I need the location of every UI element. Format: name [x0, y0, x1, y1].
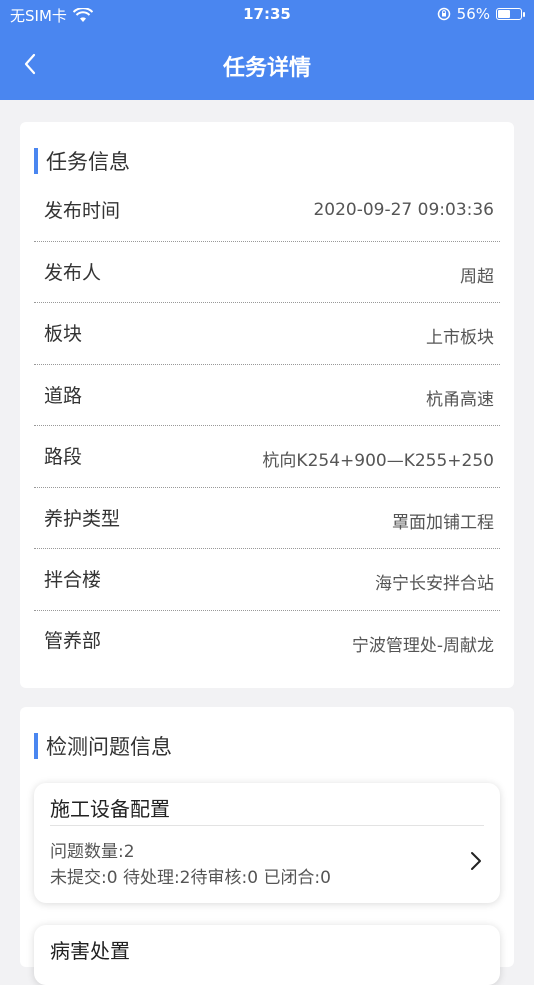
row-label: 道路: [44, 384, 83, 407]
problem-count: 问题数量:2: [50, 842, 135, 862]
page-title: 任务详情: [222, 56, 311, 81]
row-label: 发布时间: [44, 200, 121, 222]
row-label: 养护类型: [44, 507, 121, 530]
info-row-maintenance-type: 养护类型 罩面加铺工程: [34, 488, 500, 549]
info-row-department-person: 管养部门人员 宁波管理处-周献龙: [34, 611, 500, 689]
row-value: 罩面加铺工程: [392, 512, 494, 533]
status-bar: 无SIM卡 17:35 56%: [0, 0, 534, 28]
row-value: 2020-09-27 09:03:36: [313, 200, 494, 220]
row-value: 海宁长安拌合站: [375, 574, 494, 594]
chevron-right-icon: [471, 852, 481, 870]
rotation-lock-icon: [437, 7, 450, 21]
battery-percent: 56%: [456, 5, 490, 23]
header: 无SIM卡 17:35 56% 任务详情: [0, 0, 534, 100]
row-label: 路段: [44, 446, 83, 468]
info-row-sector: 板块 上市板块: [34, 303, 500, 365]
section-title: 检测问题信息: [46, 735, 172, 759]
row-label: 管养部门人员: [44, 629, 102, 652]
row-value: 周超: [460, 266, 494, 287]
battery-icon: [496, 8, 525, 20]
row-value: 杭甬高速: [426, 389, 494, 410]
problem-card-title: 施工设备配置: [50, 797, 170, 821]
info-row-mixing-plant: 拌合楼 海宁长安拌合站: [34, 549, 500, 611]
info-row-road: 道路 杭甬高速: [34, 365, 500, 426]
row-value: 杭向K254+900—K255+250: [262, 451, 494, 471]
nav-bar: 任务详情: [0, 40, 534, 88]
task-info-list: 发布时间 2020-09-27 09:03:36 发布人 周超 板块 上市板块 …: [34, 180, 500, 688]
row-value: 上市板块: [426, 328, 494, 348]
problem-info-card: 检测问题信息 施工设备配置 问题数量:2 未提交:0 待处理:2待审核:0 已闭…: [20, 707, 514, 985]
problem-card-disease[interactable]: 病害处置: [34, 925, 500, 985]
row-label: 发布人: [44, 261, 102, 284]
section-header-task-info: 任务信息: [34, 146, 130, 176]
info-row-publisher: 发布人 周超: [34, 242, 500, 303]
task-info-card: 任务信息 发布时间 2020-09-27 09:03:36 发布人 周超 板块 …: [20, 122, 514, 688]
section-header-problem-info: 检测问题信息: [34, 731, 172, 761]
problem-status-summary: 未提交:0 待处理:2待审核:0 已闭合:0: [50, 868, 331, 888]
row-label: 板块: [44, 323, 83, 345]
info-row-section: 路段 杭向K254+900—K255+250: [34, 426, 500, 488]
info-row-publish-time: 发布时间 2020-09-27 09:03:36: [34, 180, 500, 242]
section-title: 任务信息: [46, 150, 130, 174]
problem-card-equipment[interactable]: 施工设备配置 问题数量:2 未提交:0 待处理:2待审核:0 已闭合:0: [34, 783, 500, 903]
row-value: 宁波管理处-周献龙: [351, 635, 494, 656]
divider: [50, 825, 484, 826]
accent-bar: [34, 733, 38, 759]
accent-bar: [34, 148, 38, 174]
row-label: 拌合楼: [44, 569, 102, 591]
